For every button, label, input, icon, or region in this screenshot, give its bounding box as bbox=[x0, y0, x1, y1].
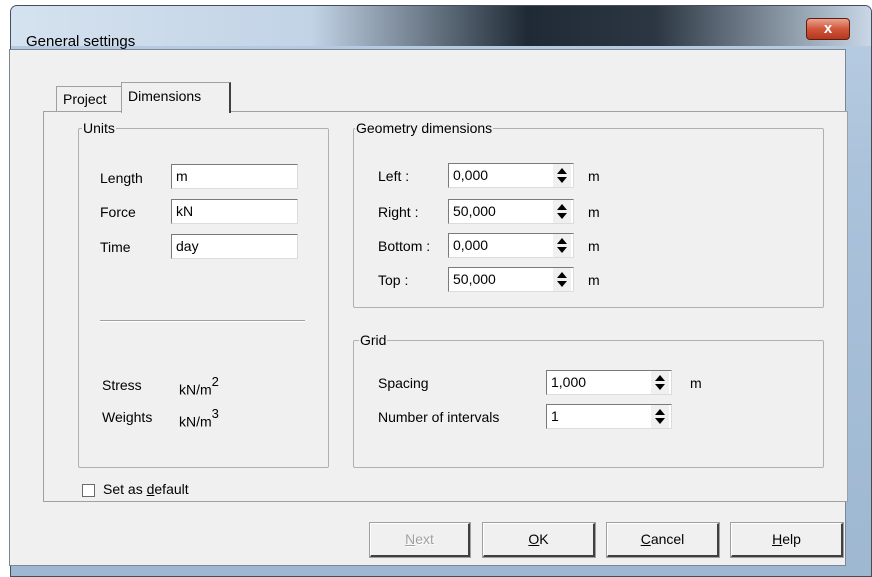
stress-unit-exponent: 2 bbox=[211, 374, 219, 389]
right-value: 50,000 bbox=[453, 203, 496, 219]
spinner-arrows-icon bbox=[557, 168, 567, 183]
bottom-label: Bottom : bbox=[378, 238, 431, 254]
weights-unit-base: kN/m bbox=[179, 413, 212, 430]
top-spinner[interactable] bbox=[553, 268, 571, 291]
stress-label: Stress bbox=[102, 377, 142, 393]
force-label: Force bbox=[100, 204, 136, 220]
intervals-spinner[interactable] bbox=[651, 405, 669, 428]
next-button[interactable]: Next bbox=[369, 522, 471, 558]
time-input[interactable]: day bbox=[171, 234, 298, 259]
top-value: 50,000 bbox=[453, 271, 496, 287]
ok-button-accel: O bbox=[528, 531, 540, 547]
stress-unit: kN/m2 bbox=[179, 374, 219, 398]
spinner-arrows-icon bbox=[655, 375, 665, 390]
set-as-default-label[interactable]: Set as default bbox=[103, 481, 189, 497]
top-unit: m bbox=[588, 272, 600, 288]
intervals-value: 1 bbox=[551, 408, 559, 424]
spacing-spinner[interactable] bbox=[651, 371, 669, 394]
weights-unit: kN/m3 bbox=[179, 406, 219, 430]
units-group-title: Units bbox=[82, 120, 116, 136]
left-value: 0,000 bbox=[453, 167, 489, 183]
cancel-button-label: ancel bbox=[650, 531, 685, 547]
help-button-accel: H bbox=[772, 531, 783, 547]
right-spinner[interactable] bbox=[553, 200, 571, 223]
left-label: Left : bbox=[378, 168, 410, 184]
weights-unit-exponent: 3 bbox=[211, 406, 219, 421]
set-as-default-label-pre: Set as bbox=[103, 481, 147, 497]
grid-group-title: Grid bbox=[359, 332, 388, 348]
left-unit: m bbox=[588, 168, 600, 184]
spinner-arrows-icon bbox=[557, 204, 567, 219]
spacing-value: 1,000 bbox=[551, 374, 587, 390]
cancel-button-accel: C bbox=[640, 531, 651, 547]
spinner-arrows-icon bbox=[655, 409, 665, 424]
right-unit: m bbox=[588, 204, 600, 220]
spinner-arrows-icon bbox=[557, 272, 567, 287]
close-button[interactable]: x bbox=[806, 18, 850, 40]
ok-button-label: K bbox=[539, 531, 549, 547]
set-as-default-checkbox[interactable] bbox=[82, 484, 95, 497]
tab-project[interactable]: Project bbox=[56, 86, 121, 112]
geometry-group-title: Geometry dimensions bbox=[355, 120, 494, 136]
bottom-spinner[interactable] bbox=[553, 234, 571, 257]
window-title: General settings bbox=[26, 33, 136, 50]
bottom-unit: m bbox=[588, 238, 600, 254]
help-button-label: elp bbox=[782, 531, 801, 547]
tab-dimensions-label: Dimensions bbox=[128, 88, 202, 104]
set-as-default-label-post: efault bbox=[154, 481, 189, 497]
next-button-label: ext bbox=[415, 531, 434, 547]
title-bar[interactable]: General settings x bbox=[11, 6, 871, 50]
intervals-label: Number of intervals bbox=[378, 409, 500, 425]
close-icon: x bbox=[823, 20, 833, 37]
left-spinner[interactable] bbox=[553, 164, 571, 187]
ok-button[interactable]: OK bbox=[482, 522, 596, 558]
spacing-unit: m bbox=[690, 375, 702, 391]
force-input[interactable]: kN bbox=[171, 199, 298, 224]
spinner-arrows-icon bbox=[557, 238, 567, 253]
time-label: Time bbox=[100, 239, 131, 255]
units-separator bbox=[100, 320, 305, 322]
length-label: Length bbox=[100, 170, 143, 186]
cancel-button[interactable]: Cancel bbox=[606, 522, 720, 558]
bottom-value: 0,000 bbox=[453, 237, 489, 253]
weights-label: Weights bbox=[102, 409, 153, 425]
spacing-label: Spacing bbox=[378, 375, 429, 391]
help-button[interactable]: Help bbox=[730, 522, 844, 558]
next-button-accel: N bbox=[405, 531, 416, 547]
tab-project-label: Project bbox=[63, 91, 107, 107]
tab-dimensions[interactable]: Dimensions bbox=[121, 82, 231, 113]
length-input[interactable]: m bbox=[171, 164, 298, 189]
top-label: Top : bbox=[378, 272, 409, 288]
right-label: Right : bbox=[378, 204, 419, 220]
stress-unit-base: kN/m bbox=[179, 381, 212, 398]
